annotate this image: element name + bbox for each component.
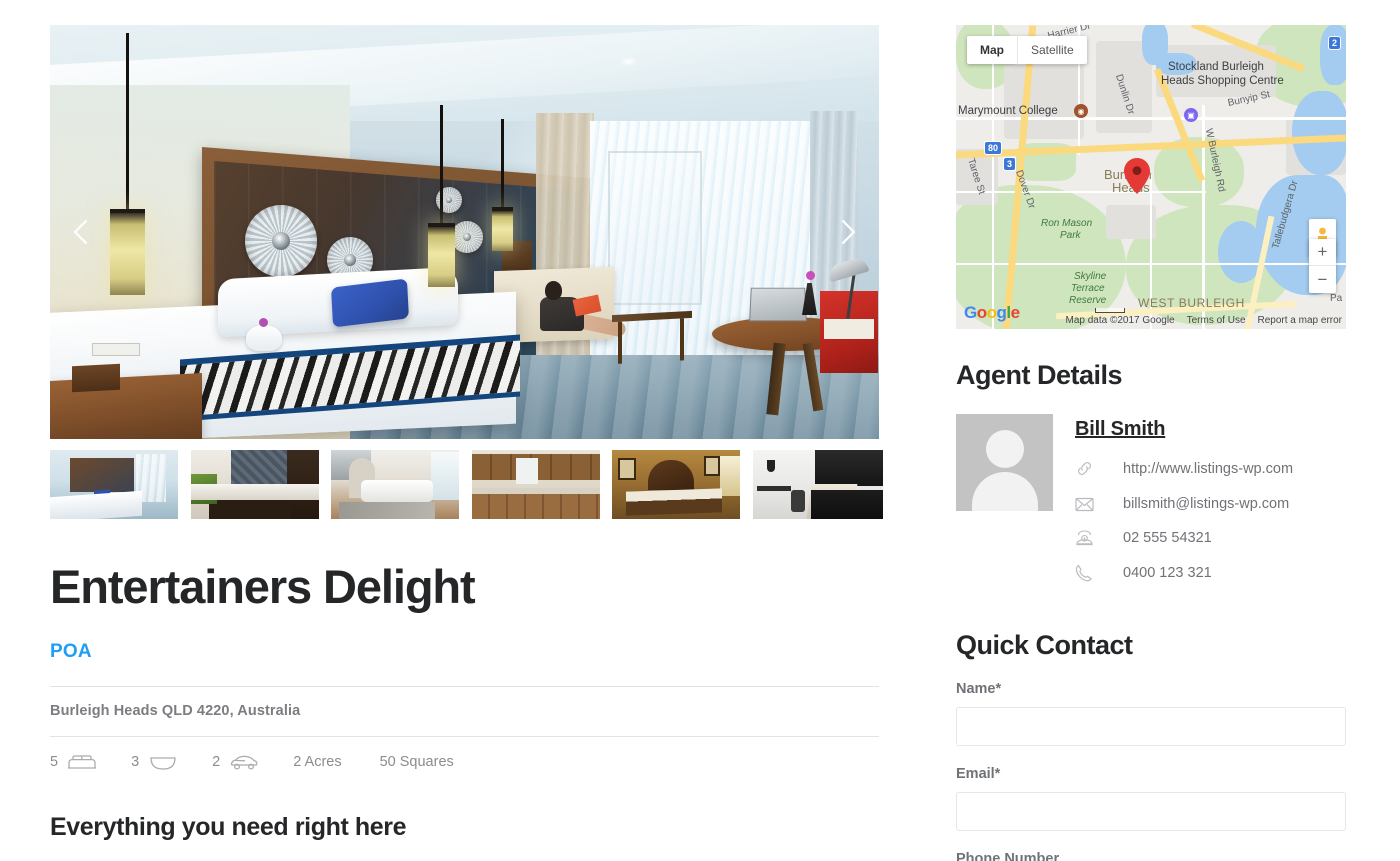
listing-price: POA bbox=[50, 640, 92, 662]
thumbnail-modern-kitchen[interactable] bbox=[752, 450, 883, 519]
agent-website-text[interactable]: http://www.listings-wp.com bbox=[1123, 461, 1293, 477]
feature-building-size: 50 Squares bbox=[379, 754, 454, 771]
thumbnail-strip bbox=[50, 450, 883, 519]
property-image-carousel[interactable] bbox=[50, 25, 879, 439]
thumbnail-loft-living-room[interactable] bbox=[331, 450, 459, 519]
feature-bedrooms: 5 bbox=[50, 754, 97, 771]
map-zoom-in-button[interactable]: + bbox=[1309, 239, 1336, 266]
thumbnail-gold-bedroom[interactable] bbox=[612, 450, 740, 519]
page-title: Entertainers Delight bbox=[50, 560, 476, 613]
logo-letter: G bbox=[964, 303, 977, 322]
map-label-town: WEST BURLEIGH bbox=[1138, 296, 1245, 310]
map-poi-shopping-icon: ▣ bbox=[1184, 108, 1198, 122]
link-icon bbox=[1075, 459, 1105, 478]
hero-photo-bedroom bbox=[50, 25, 879, 439]
map-label-place: Marymount College bbox=[958, 105, 1058, 117]
quick-contact-heading: Quick Contact bbox=[956, 630, 1133, 660]
agent-email-text[interactable]: billsmith@listings-wp.com bbox=[1123, 496, 1289, 512]
map-data-credit: Map data ©2017 Google bbox=[1065, 315, 1175, 326]
agent-mobile-row[interactable]: 0400 123 321 bbox=[1075, 564, 1293, 582]
description-heading: Everything you need right here bbox=[50, 812, 407, 841]
feature-land-size: 2 Acres bbox=[293, 754, 342, 771]
map-route-shield: 3 bbox=[1003, 157, 1017, 171]
divider-below-address bbox=[50, 735, 879, 737]
map-attribution: Map data ©2017 Google Terms of Use Repor… bbox=[1065, 315, 1342, 326]
map-route-shield: 2 bbox=[1328, 36, 1342, 50]
sidebar-column: Harrier Dr Dunlin Dr Stockland Burleigh … bbox=[956, 25, 1346, 861]
bed-icon bbox=[67, 754, 97, 771]
map-type-control[interactable]: Map Satellite bbox=[967, 36, 1087, 64]
agent-details-heading: Agent Details bbox=[956, 360, 1123, 390]
feature-parking: 2 bbox=[212, 754, 259, 771]
map-label-park: Terrace bbox=[1071, 283, 1105, 294]
phone-field-label: Phone Number bbox=[956, 851, 1060, 861]
agent-info: Bill Smith http://www.listings-wp.com bi… bbox=[1075, 414, 1293, 582]
map-label-place: Stockland Burleigh bbox=[1168, 61, 1264, 73]
telephone-icon bbox=[1075, 530, 1105, 546]
agent-website-row[interactable]: http://www.listings-wp.com bbox=[1075, 459, 1293, 478]
carousel-prev-arrow-icon[interactable] bbox=[64, 214, 100, 250]
listing-address: Burleigh Heads QLD 4220, Australia bbox=[50, 702, 301, 719]
map-zoom-out-button[interactable]: − bbox=[1309, 266, 1336, 293]
phone-handset-icon bbox=[1075, 564, 1105, 582]
thumbnail-wood-kitchen[interactable] bbox=[471, 450, 600, 519]
map-label: Pa bbox=[1330, 293, 1343, 304]
agent-avatar bbox=[956, 414, 1053, 511]
agent-landline-row[interactable]: 02 555 54321 bbox=[1075, 530, 1293, 546]
terms-of-use-link[interactable]: Terms of Use bbox=[1187, 315, 1246, 326]
name-field-label: Name* bbox=[956, 681, 1002, 697]
map-label-place: Heads Shopping Centre bbox=[1161, 75, 1284, 87]
email-input[interactable] bbox=[956, 792, 1346, 831]
map-zoom-control[interactable]: + − bbox=[1309, 239, 1336, 293]
report-map-error-link[interactable]: Report a map error bbox=[1258, 315, 1342, 326]
map-label-park: Skyline bbox=[1074, 271, 1107, 282]
bath-icon bbox=[148, 754, 178, 771]
name-input[interactable] bbox=[956, 707, 1346, 746]
property-features: 5 3 2 2 Acres 50 Squares bbox=[50, 754, 879, 771]
feature-bathrooms-count: 3 bbox=[131, 754, 140, 771]
location-map[interactable]: Harrier Dr Dunlin Dr Stockland Burleigh … bbox=[956, 25, 1346, 329]
email-field-label: Email* bbox=[956, 766, 1001, 782]
logo-letter: o bbox=[986, 303, 997, 322]
map-scale-bar bbox=[1095, 308, 1125, 313]
property-listing-page: Entertainers Delight POA Burleigh Heads … bbox=[0, 0, 1400, 861]
agent-landline-text[interactable]: 02 555 54321 bbox=[1123, 530, 1212, 546]
logo-letter: o bbox=[976, 303, 987, 322]
envelope-icon bbox=[1075, 497, 1105, 512]
agent-mobile-text[interactable]: 0400 123 321 bbox=[1123, 565, 1212, 581]
thumbnail-bedroom-blue[interactable] bbox=[50, 450, 178, 519]
map-poi-school-icon: ◉ bbox=[1074, 104, 1088, 118]
car-icon bbox=[229, 754, 259, 771]
divider-above-address bbox=[50, 685, 879, 687]
feature-bathrooms: 3 bbox=[131, 754, 178, 771]
agent-email-row[interactable]: billsmith@listings-wp.com bbox=[1075, 496, 1293, 512]
google-logo: Google bbox=[964, 303, 1020, 323]
logo-letter: g bbox=[996, 303, 1007, 322]
thumbnail-dark-kitchen[interactable] bbox=[190, 450, 319, 519]
carousel-next-arrow-icon[interactable] bbox=[829, 214, 865, 250]
logo-letter: e bbox=[1010, 303, 1020, 322]
map-label-park: Ron Mason bbox=[1041, 218, 1093, 229]
map-label-park: Reserve bbox=[1069, 295, 1107, 306]
map-route-shield: 80 bbox=[984, 141, 1003, 155]
agent-card: Bill Smith http://www.listings-wp.com bi… bbox=[956, 414, 1346, 582]
map-label-park: Park bbox=[1060, 230, 1081, 241]
agent-name-link[interactable]: Bill Smith bbox=[1075, 418, 1293, 441]
map-location-pin-icon bbox=[1124, 158, 1150, 194]
feature-parking-count: 2 bbox=[212, 754, 221, 771]
map-type-satellite-button[interactable]: Satellite bbox=[1017, 36, 1087, 64]
map-type-map-button[interactable]: Map bbox=[967, 36, 1017, 64]
main-content-column: Entertainers Delight POA Burleigh Heads … bbox=[50, 25, 883, 861]
feature-bedrooms-count: 5 bbox=[50, 754, 59, 771]
